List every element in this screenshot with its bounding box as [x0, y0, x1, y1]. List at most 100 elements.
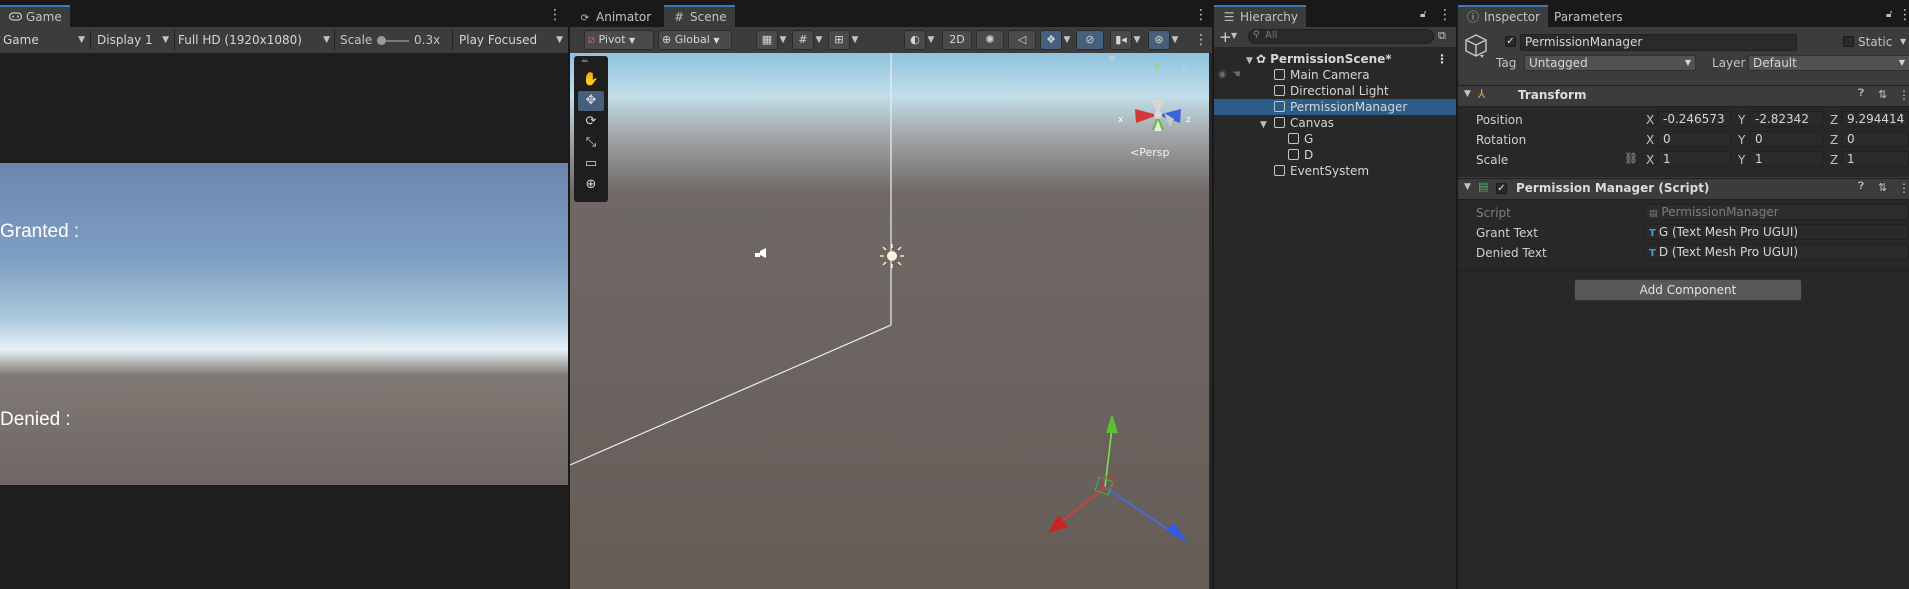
tab-inspector[interactable]: ⓘ Inspector	[1458, 5, 1548, 27]
rotation-z-field[interactable]: 0	[1842, 131, 1909, 147]
scene-viewport[interactable]: y x z ═ ▫ <Persp ═ ✋ ✥ ⟳ ⤡ ▭ ⊕	[570, 53, 1209, 589]
component-more-icon[interactable]: ⋮	[1898, 181, 1909, 195]
denied-text-field[interactable]: TD (Text Mesh Pro UGUI)	[1644, 244, 1909, 260]
tag-dropdown[interactable]: Untagged ▼	[1524, 55, 1696, 71]
lock-icon[interactable]: 🔓︎	[1420, 9, 1426, 20]
layer-dropdown[interactable]: Default ▼	[1748, 55, 1909, 71]
chevron-down-icon[interactable]: ▼	[1170, 30, 1180, 50]
transform-header[interactable]: ▼ ⅄ Transform ❓︎ ⇅ ⋮	[1458, 85, 1909, 107]
scale-y-field[interactable]: 1	[1750, 151, 1823, 167]
tab-hierarchy[interactable]: ☰ Hierarchy	[1214, 5, 1307, 27]
chevron-down-icon[interactable]: ▼	[1900, 37, 1906, 46]
help-icon[interactable]: ❓︎	[1858, 181, 1864, 192]
inspector-more-icon[interactable]: ⋮	[1898, 8, 1909, 22]
chevron-down-icon[interactable]: ▼	[1231, 31, 1237, 40]
gizmos-button[interactable]: ⊛	[1148, 30, 1170, 50]
hierarchy-item-canvas[interactable]: ▼ Canvas	[1214, 115, 1456, 131]
scale-tool-icon[interactable]: ⤡	[578, 133, 604, 153]
chevron-down-icon[interactable]: ▼	[926, 30, 936, 50]
hierarchy-item-directional-light[interactable]: Directional Light	[1214, 83, 1456, 99]
chevron-down-icon[interactable]: ▼	[814, 30, 824, 50]
scale-x-axis[interactable]: X	[1646, 153, 1654, 167]
hand-tool-icon[interactable]: ✋	[578, 70, 604, 90]
hierarchy-item-event-system[interactable]: EventSystem	[1214, 163, 1456, 179]
chevron-down-icon[interactable]: ▼	[778, 30, 788, 50]
audio-toggle-button[interactable]: ◁	[1008, 30, 1036, 50]
preset-icon[interactable]: ⇅	[1878, 181, 1887, 194]
rotation-x-field[interactable]: 0	[1658, 131, 1731, 147]
hierarchy-item-g[interactable]: G	[1214, 131, 1456, 147]
preset-icon[interactable]: ⇅	[1878, 88, 1887, 101]
scene-more-icon[interactable]: ⋮	[1436, 51, 1448, 67]
static-checkbox[interactable]	[1843, 36, 1854, 47]
component-more-icon[interactable]: ⋮	[1898, 88, 1909, 102]
play-mode-dropdown[interactable]: Play Focused ▼	[456, 30, 566, 50]
script-enabled-checkbox[interactable]: ✓	[1496, 183, 1507, 194]
scale-z-axis[interactable]: Z	[1830, 153, 1838, 167]
chevron-down-icon[interactable]: ▼	[850, 30, 860, 50]
foldout-arrow-icon[interactable]: ▼	[1464, 182, 1471, 192]
grant-text-field[interactable]: TG (Text Mesh Pro UGUI)	[1644, 224, 1909, 240]
scale-z-field[interactable]: 1	[1842, 151, 1909, 167]
visibility-eye-icon[interactable]: ◉	[1218, 67, 1227, 83]
hierarchy-item-permission-manager[interactable]: PermissionManager	[1214, 99, 1456, 115]
hierarchy-more-icon[interactable]: ⋮	[1438, 8, 1452, 22]
rotation-y-field[interactable]: 0	[1750, 131, 1823, 147]
scale-y-axis[interactable]: Y	[1738, 153, 1745, 167]
game-viewport[interactable]: Granted : Denied :	[0, 53, 568, 589]
increment-snap-button[interactable]: ⊞	[828, 30, 850, 50]
tab-parameters[interactable]: Parameters	[1546, 7, 1631, 27]
display-dropdown[interactable]: Display 1 ▼	[94, 30, 172, 50]
resolution-dropdown[interactable]: Full HD (1920x1080) ▼	[175, 30, 333, 50]
hierarchy-search-input[interactable]: All	[1265, 30, 1277, 41]
draw-mode-button[interactable]: ◐	[904, 30, 926, 50]
object-name-field[interactable]: PermissionManager	[1520, 34, 1797, 51]
grid-visibility-button[interactable]: #	[792, 30, 814, 50]
hierarchy-item-scene[interactable]: ▼ ✿ PermissionScene* ⋮	[1214, 51, 1456, 67]
palette-grip-icon[interactable]: ═	[582, 57, 587, 67]
tab-animator[interactable]: ⟳ Animator	[570, 7, 659, 27]
camera-settings-button[interactable]: ▮◂	[1110, 30, 1132, 50]
position-x-axis[interactable]: X	[1646, 113, 1654, 127]
grid-snapping-button[interactable]: ▦	[756, 30, 778, 50]
rect-tool-icon[interactable]: ▭	[578, 154, 604, 174]
move-tool-icon[interactable]: ✥	[578, 91, 604, 111]
position-z-field[interactable]: 9.294414	[1842, 111, 1909, 127]
tab-game[interactable]: Game	[0, 5, 70, 27]
rotation-x-axis[interactable]: X	[1646, 133, 1654, 147]
scene-more-icon[interactable]: ⋮	[1194, 8, 1208, 22]
active-checkbox[interactable]: ✓	[1505, 36, 1516, 47]
position-y-axis[interactable]: Y	[1738, 113, 1745, 127]
lighting-toggle-button[interactable]: ✺	[976, 30, 1004, 50]
scale-slider-handle[interactable]	[377, 36, 386, 45]
position-z-axis[interactable]: Z	[1830, 113, 1838, 127]
game-mode-dropdown[interactable]: Game ▼	[0, 30, 88, 50]
pickable-hand-icon[interactable]: ☚	[1232, 67, 1241, 83]
lock-icon[interactable]: 🔓︎	[1886, 9, 1892, 20]
global-dropdown[interactable]: ⊕ Global ▼	[658, 30, 732, 50]
pivot-dropdown[interactable]: ⧄ Pivot ▼	[584, 30, 654, 50]
rotate-tool-icon[interactable]: ⟳	[578, 112, 604, 132]
link-constrain-icon[interactable]: ⛓︎	[1624, 152, 1638, 165]
effects-toggle-button[interactable]: ❖	[1040, 30, 1062, 50]
chevron-down-icon[interactable]: ▼	[1132, 30, 1142, 50]
gizmo-menu-icon[interactable]: ═	[1109, 53, 1115, 64]
gizmo-lock-icon[interactable]: ▫	[1182, 65, 1188, 75]
transform-tool-icon[interactable]: ⊕	[578, 175, 604, 195]
search-filter-icon[interactable]: ⧉	[1438, 29, 1446, 43]
scale-x-field[interactable]: 1	[1658, 151, 1731, 167]
add-component-button[interactable]: Add Component	[1574, 279, 1802, 301]
add-object-icon[interactable]: +	[1219, 28, 1232, 46]
position-x-field[interactable]: -0.246573	[1658, 111, 1731, 127]
game-more-icon[interactable]: ⋮	[548, 8, 562, 22]
scale-slider[interactable]	[377, 36, 409, 45]
help-icon[interactable]: ❓︎	[1858, 88, 1864, 99]
rotation-y-axis[interactable]: Y	[1738, 133, 1745, 147]
hierarchy-item-d[interactable]: D	[1214, 147, 1456, 163]
hierarchy-search[interactable]: ⚲ All	[1248, 29, 1434, 44]
position-y-field[interactable]: -2.82342	[1750, 111, 1823, 127]
chevron-down-icon[interactable]: ▼	[1062, 30, 1072, 50]
scene-visibility-button[interactable]: ⊘	[1076, 30, 1104, 50]
hierarchy-item-main-camera[interactable]: ◉ ☚ Main Camera	[1214, 67, 1456, 83]
2d-toggle-button[interactable]: 2D	[942, 30, 972, 50]
